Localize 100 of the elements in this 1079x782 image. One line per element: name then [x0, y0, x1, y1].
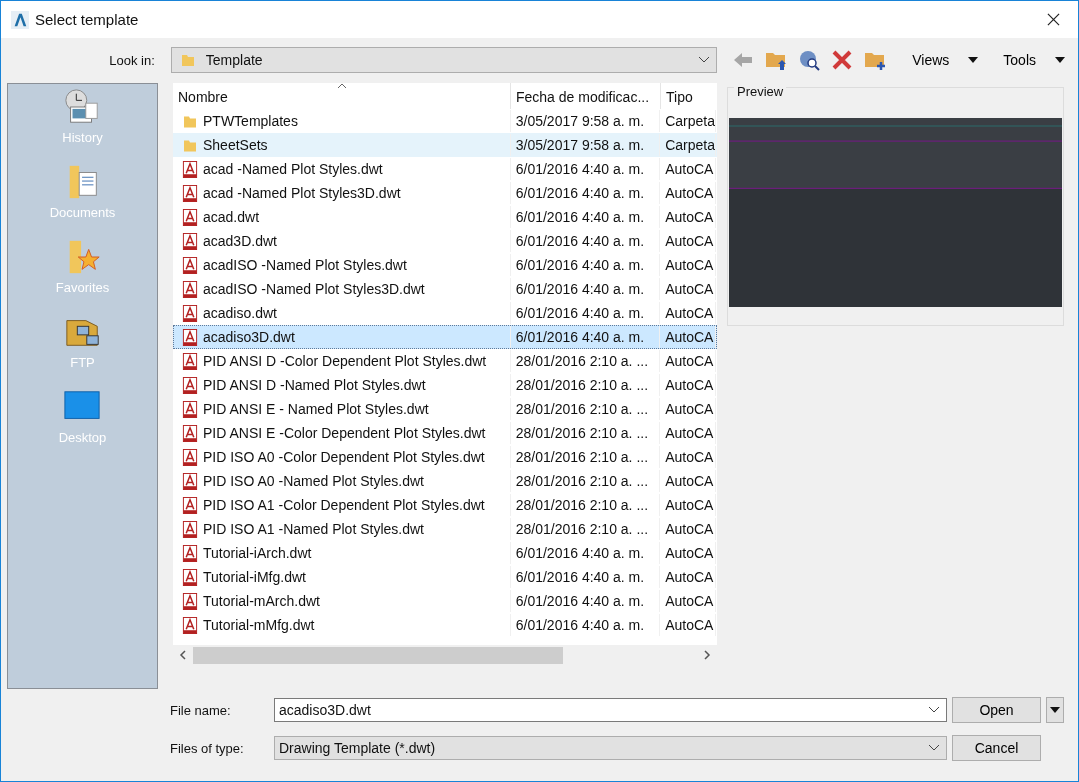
type-cell: AutoCA — [660, 566, 716, 588]
type-cell: AutoCA — [660, 518, 716, 540]
file-name: acadiso3D.dwt — [203, 329, 295, 345]
tools-menu[interactable]: Tools — [999, 52, 1040, 68]
file-row[interactable]: acad -Named Plot Styles.dwt 6/01/2016 4:40 a. m. AutoCA — [173, 157, 717, 181]
look-in-dropdown[interactable]: Template — [170, 47, 718, 73]
file-name: Tutorial-mArch.dwt — [203, 593, 320, 609]
file-row[interactable]: PID ANSI E - Named Plot Styles.dwt 28/01/2016 2:10 a. ... AutoCA — [173, 397, 717, 421]
file-row[interactable]: Tutorial-iArch.dwt 6/01/2016 4:40 a. m. AutoCA — [173, 541, 717, 565]
file-row[interactable]: acadISO -Named Plot Styles.dwt 6/01/2016 4:40 a. m. AutoCA — [173, 253, 717, 277]
file-row[interactable]: SheetSets 3/05/2017 9:58 a. m. Carpeta — [173, 133, 717, 157]
file-row[interactable]: PID ISO A1 -Named Plot Styles.dwt 28/01/2016 2:10 a. ... AutoCA — [173, 517, 717, 541]
file-row[interactable]: acadiso3D.dwt 6/01/2016 4:40 a. m. AutoCA — [173, 325, 717, 349]
dwt-file-icon — [182, 424, 198, 442]
type-cell: AutoCA — [660, 350, 716, 372]
file-name: Tutorial-iArch.dwt — [203, 545, 312, 561]
globe-search-icon[interactable] — [797, 48, 822, 72]
type-cell: AutoCA — [660, 254, 716, 276]
date-cell: 3/05/2017 9:58 a. m. — [510, 110, 661, 132]
date-cell: 28/01/2016 2:10 a. ... — [510, 350, 661, 372]
file-name: acad.dwt — [203, 209, 260, 225]
open-options-button[interactable] — [1046, 697, 1064, 723]
dwt-file-icon — [182, 304, 198, 322]
type-cell: AutoCA — [660, 158, 716, 180]
file-name-label: File name: — [170, 702, 232, 718]
file-name: SheetSets — [203, 137, 268, 153]
views-menu[interactable]: Views — [908, 52, 954, 68]
scrollbar-thumb[interactable] — [193, 646, 563, 664]
file-row[interactable]: PID ANSI E -Color Dependent Plot Styles.dwt 28/01/2016 2:10 a. ... AutoCA — [173, 421, 717, 445]
type-cell: AutoCA — [660, 230, 716, 252]
date-cell: 6/01/2016 4:40 a. m. — [510, 542, 661, 564]
file-name: acad3D.dwt — [203, 233, 277, 249]
type-cell: AutoCA — [660, 182, 716, 204]
file-name: Tutorial-mMfg.dwt — [203, 617, 315, 633]
dropdown-triangle-icon[interactable] — [1055, 57, 1065, 63]
chevron-down-icon — [698, 56, 711, 64]
file-name: acadISO -Named Plot Styles.dwt — [203, 257, 407, 273]
type-cell: Carpeta — [660, 110, 716, 132]
file-name-field[interactable]: acadiso3D.dwt — [274, 698, 947, 722]
file-name: acad -Named Plot Styles.dwt — [203, 161, 383, 177]
dwt-file-icon — [182, 160, 198, 178]
dwt-file-icon — [182, 520, 198, 538]
dropdown-triangle-icon[interactable] — [968, 57, 979, 63]
column-header[interactable]: Tipo — [661, 83, 717, 109]
file-row[interactable]: PID ANSI D -Named Plot Styles.dwt 28/01/2016 2:10 a. ... AutoCA — [173, 373, 717, 397]
type-cell: AutoCA — [660, 422, 716, 444]
file-row[interactable]: PID ISO A0 -Color Dependent Plot Styles.dwt 28/01/2016 2:10 a. ... AutoCA — [173, 445, 717, 469]
type-cell: AutoCA — [660, 470, 716, 492]
folder-icon — [179, 52, 196, 68]
file-row[interactable]: acadISO -Named Plot Styles3D.dwt 6/01/2016 4:40 a. m. AutoCA — [173, 277, 717, 301]
file-row[interactable]: PID ISO A0 -Named Plot Styles.dwt 28/01/2016 2:10 a. ... AutoCA — [173, 469, 717, 493]
file-row[interactable]: acadiso.dwt 6/01/2016 4:40 a. m. AutoCA — [173, 301, 717, 325]
file-name: acadiso.dwt — [203, 305, 277, 321]
dwt-file-icon — [182, 232, 198, 250]
date-cell: 6/01/2016 4:40 a. m. — [510, 206, 661, 228]
dwt-file-icon — [182, 400, 198, 418]
file-row[interactable]: Tutorial-iMfg.dwt 6/01/2016 4:40 a. m. AutoCA — [173, 565, 717, 589]
file-row[interactable]: Tutorial-mMfg.dwt 6/01/2016 4:40 a. m. AutoCA — [173, 613, 717, 637]
date-cell: 28/01/2016 2:10 a. ... — [510, 494, 661, 516]
file-row[interactable]: acad -Named Plot Styles3D.dwt 6/01/2016 4:40 a. m. AutoCA — [173, 181, 717, 205]
file-row[interactable]: PTWTemplates 3/05/2017 9:58 a. m. Carpeta — [173, 109, 717, 133]
file-row[interactable]: PID ANSI D -Color Dependent Plot Styles.dwt 28/01/2016 2:10 a. ... AutoCA — [173, 349, 717, 373]
cancel-button[interactable]: Cancel — [952, 735, 1041, 761]
date-cell: 28/01/2016 2:10 a. ... — [510, 374, 661, 396]
type-cell: AutoCA — [660, 398, 716, 420]
column-header[interactable]: Nombre — [173, 83, 511, 109]
type-cell: AutoCA — [660, 494, 716, 516]
type-cell: AutoCA — [660, 374, 716, 396]
file-name: PID ISO A1 -Color Dependent Plot Styles.dwt — [203, 497, 485, 513]
file-row[interactable]: acad3D.dwt 6/01/2016 4:40 a. m. AutoCA — [173, 229, 717, 253]
app-logo-icon — [11, 10, 29, 29]
file-name: PID ISO A0 -Color Dependent Plot Styles.dwt — [203, 449, 485, 465]
date-cell: 6/01/2016 4:40 a. m. — [510, 614, 661, 636]
type-cell: AutoCA — [660, 590, 716, 612]
date-cell: 6/01/2016 4:40 a. m. — [510, 230, 661, 252]
type-cell: AutoCA — [660, 302, 716, 324]
file-row[interactable]: acad.dwt 6/01/2016 4:40 a. m. AutoCA — [173, 205, 717, 229]
date-cell: 3/05/2017 9:58 a. m. — [510, 134, 661, 156]
scroll-left-icon[interactable] — [179, 650, 187, 660]
file-row[interactable]: Tutorial-mArch.dwt 6/01/2016 4:40 a. m. AutoCA — [173, 589, 717, 613]
date-cell: 28/01/2016 2:10 a. ... — [510, 470, 661, 492]
dwt-file-icon — [182, 184, 198, 202]
type-cell: AutoCA — [660, 326, 716, 348]
dwt-file-icon — [182, 328, 198, 346]
close-icon[interactable] — [1047, 13, 1060, 26]
column-header[interactable]: Fecha de modificac... — [511, 83, 661, 109]
open-button[interactable]: Open — [952, 697, 1041, 723]
dwt-file-icon — [182, 256, 198, 274]
date-cell: 6/01/2016 4:40 a. m. — [510, 158, 661, 180]
file-name: PID ISO A1 -Named Plot Styles.dwt — [203, 521, 424, 537]
dwt-file-icon — [182, 352, 198, 370]
file-row[interactable]: PID ISO A1 -Color Dependent Plot Styles.dwt 28/01/2016 2:10 a. ... AutoCA — [173, 493, 717, 517]
type-cell: AutoCA — [660, 206, 716, 228]
file-type-dropdown[interactable]: Drawing Template (*.dwt) — [274, 736, 947, 760]
dwt-file-icon — [182, 568, 198, 586]
chevron-down-icon — [928, 744, 940, 752]
dwt-file-icon — [182, 280, 198, 298]
date-cell: 6/01/2016 4:40 a. m. — [510, 182, 661, 204]
scroll-right-icon[interactable] — [703, 650, 711, 660]
file-name: PTWTemplates — [203, 113, 298, 129]
